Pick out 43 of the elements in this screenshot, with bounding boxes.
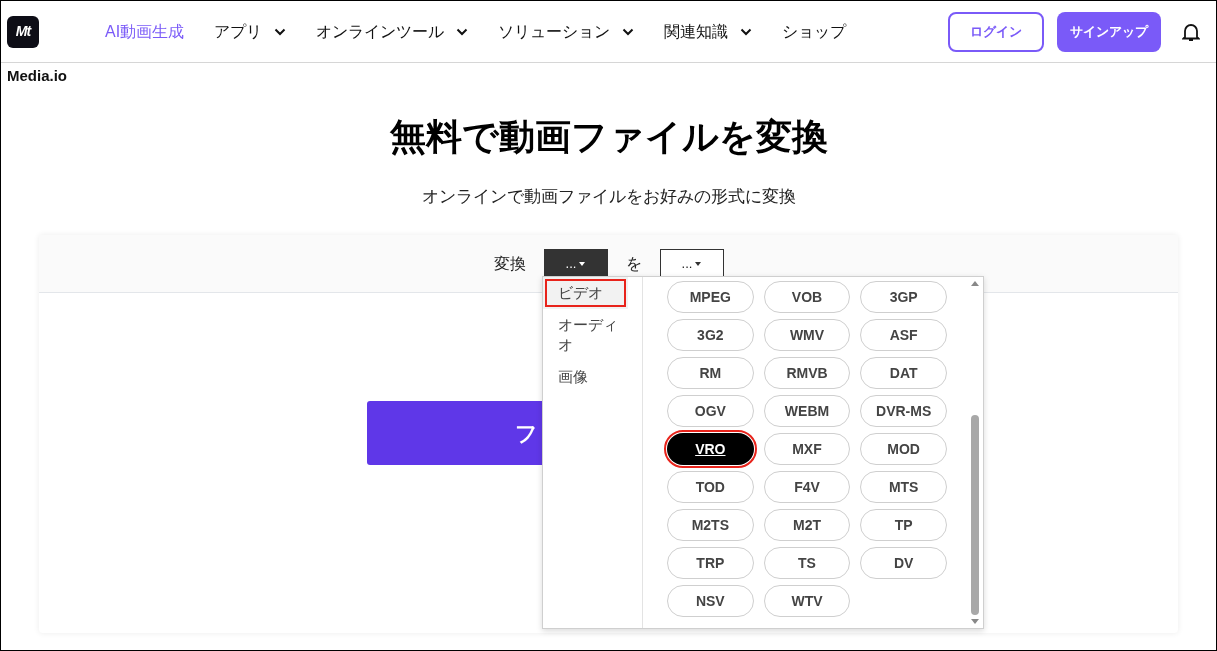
- page-subtitle: オンラインで動画ファイルをお好みの形式に変換: [421, 185, 796, 208]
- category-item[interactable]: ビデオ: [543, 277, 628, 309]
- format-option[interactable]: VRO: [667, 433, 754, 465]
- format-option[interactable]: NSV: [667, 585, 754, 617]
- nav-link[interactable]: 関連知識: [664, 19, 753, 44]
- source-format-dropdown[interactable]: ...: [543, 248, 608, 279]
- format-option[interactable]: WTV: [763, 585, 851, 617]
- format-option[interactable]: ASF: [860, 319, 947, 351]
- nav-link[interactable]: ショップ: [782, 19, 847, 44]
- format-option[interactable]: DV: [860, 547, 947, 579]
- page-title: 無料で動画ファイルを変換: [389, 114, 828, 159]
- format-option[interactable]: RM: [667, 357, 754, 389]
- format-option[interactable]: 3G2: [667, 319, 754, 351]
- nav-link[interactable]: AI動画生成: [105, 19, 185, 44]
- format-option[interactable]: WEBM: [763, 395, 851, 427]
- signup-button[interactable]: サインアップ: [1057, 11, 1161, 52]
- format-option[interactable]: OGV: [667, 395, 754, 427]
- convert-label: 変換: [493, 253, 526, 274]
- format-option[interactable]: TS: [763, 547, 851, 579]
- nav-link[interactable]: オンラインツール: [316, 19, 469, 44]
- format-option[interactable]: F4V: [763, 471, 851, 503]
- format-option[interactable]: MPEG: [667, 281, 754, 313]
- site-name: Media.io: [6, 66, 68, 86]
- format-option[interactable]: WMV: [763, 319, 851, 351]
- format-option[interactable]: 3GP: [860, 281, 947, 313]
- format-option[interactable]: MTS: [860, 471, 947, 503]
- login-button[interactable]: ログイン: [948, 11, 1044, 52]
- target-format-dropdown[interactable]: ...: [659, 248, 724, 279]
- nav-link[interactable]: ソリューション: [498, 19, 635, 44]
- format-option[interactable]: M2TS: [667, 509, 754, 541]
- format-option[interactable]: TOD: [667, 471, 754, 503]
- format-option[interactable]: RMVB: [763, 357, 851, 389]
- nav-link[interactable]: アプリ: [214, 19, 287, 44]
- format-option[interactable]: M2T: [763, 509, 851, 541]
- format-option[interactable]: TP: [860, 509, 947, 541]
- format-option[interactable]: VOB: [763, 281, 851, 313]
- logo-icon[interactable]: Mt: [7, 15, 39, 48]
- format-option[interactable]: MXF: [763, 433, 851, 465]
- format-option[interactable]: MOD: [860, 433, 947, 465]
- format-option[interactable]: DVR-MS: [860, 395, 947, 427]
- to-label: を: [625, 253, 642, 274]
- format-option[interactable]: TRP: [667, 547, 754, 579]
- format-option[interactable]: DAT: [860, 357, 947, 389]
